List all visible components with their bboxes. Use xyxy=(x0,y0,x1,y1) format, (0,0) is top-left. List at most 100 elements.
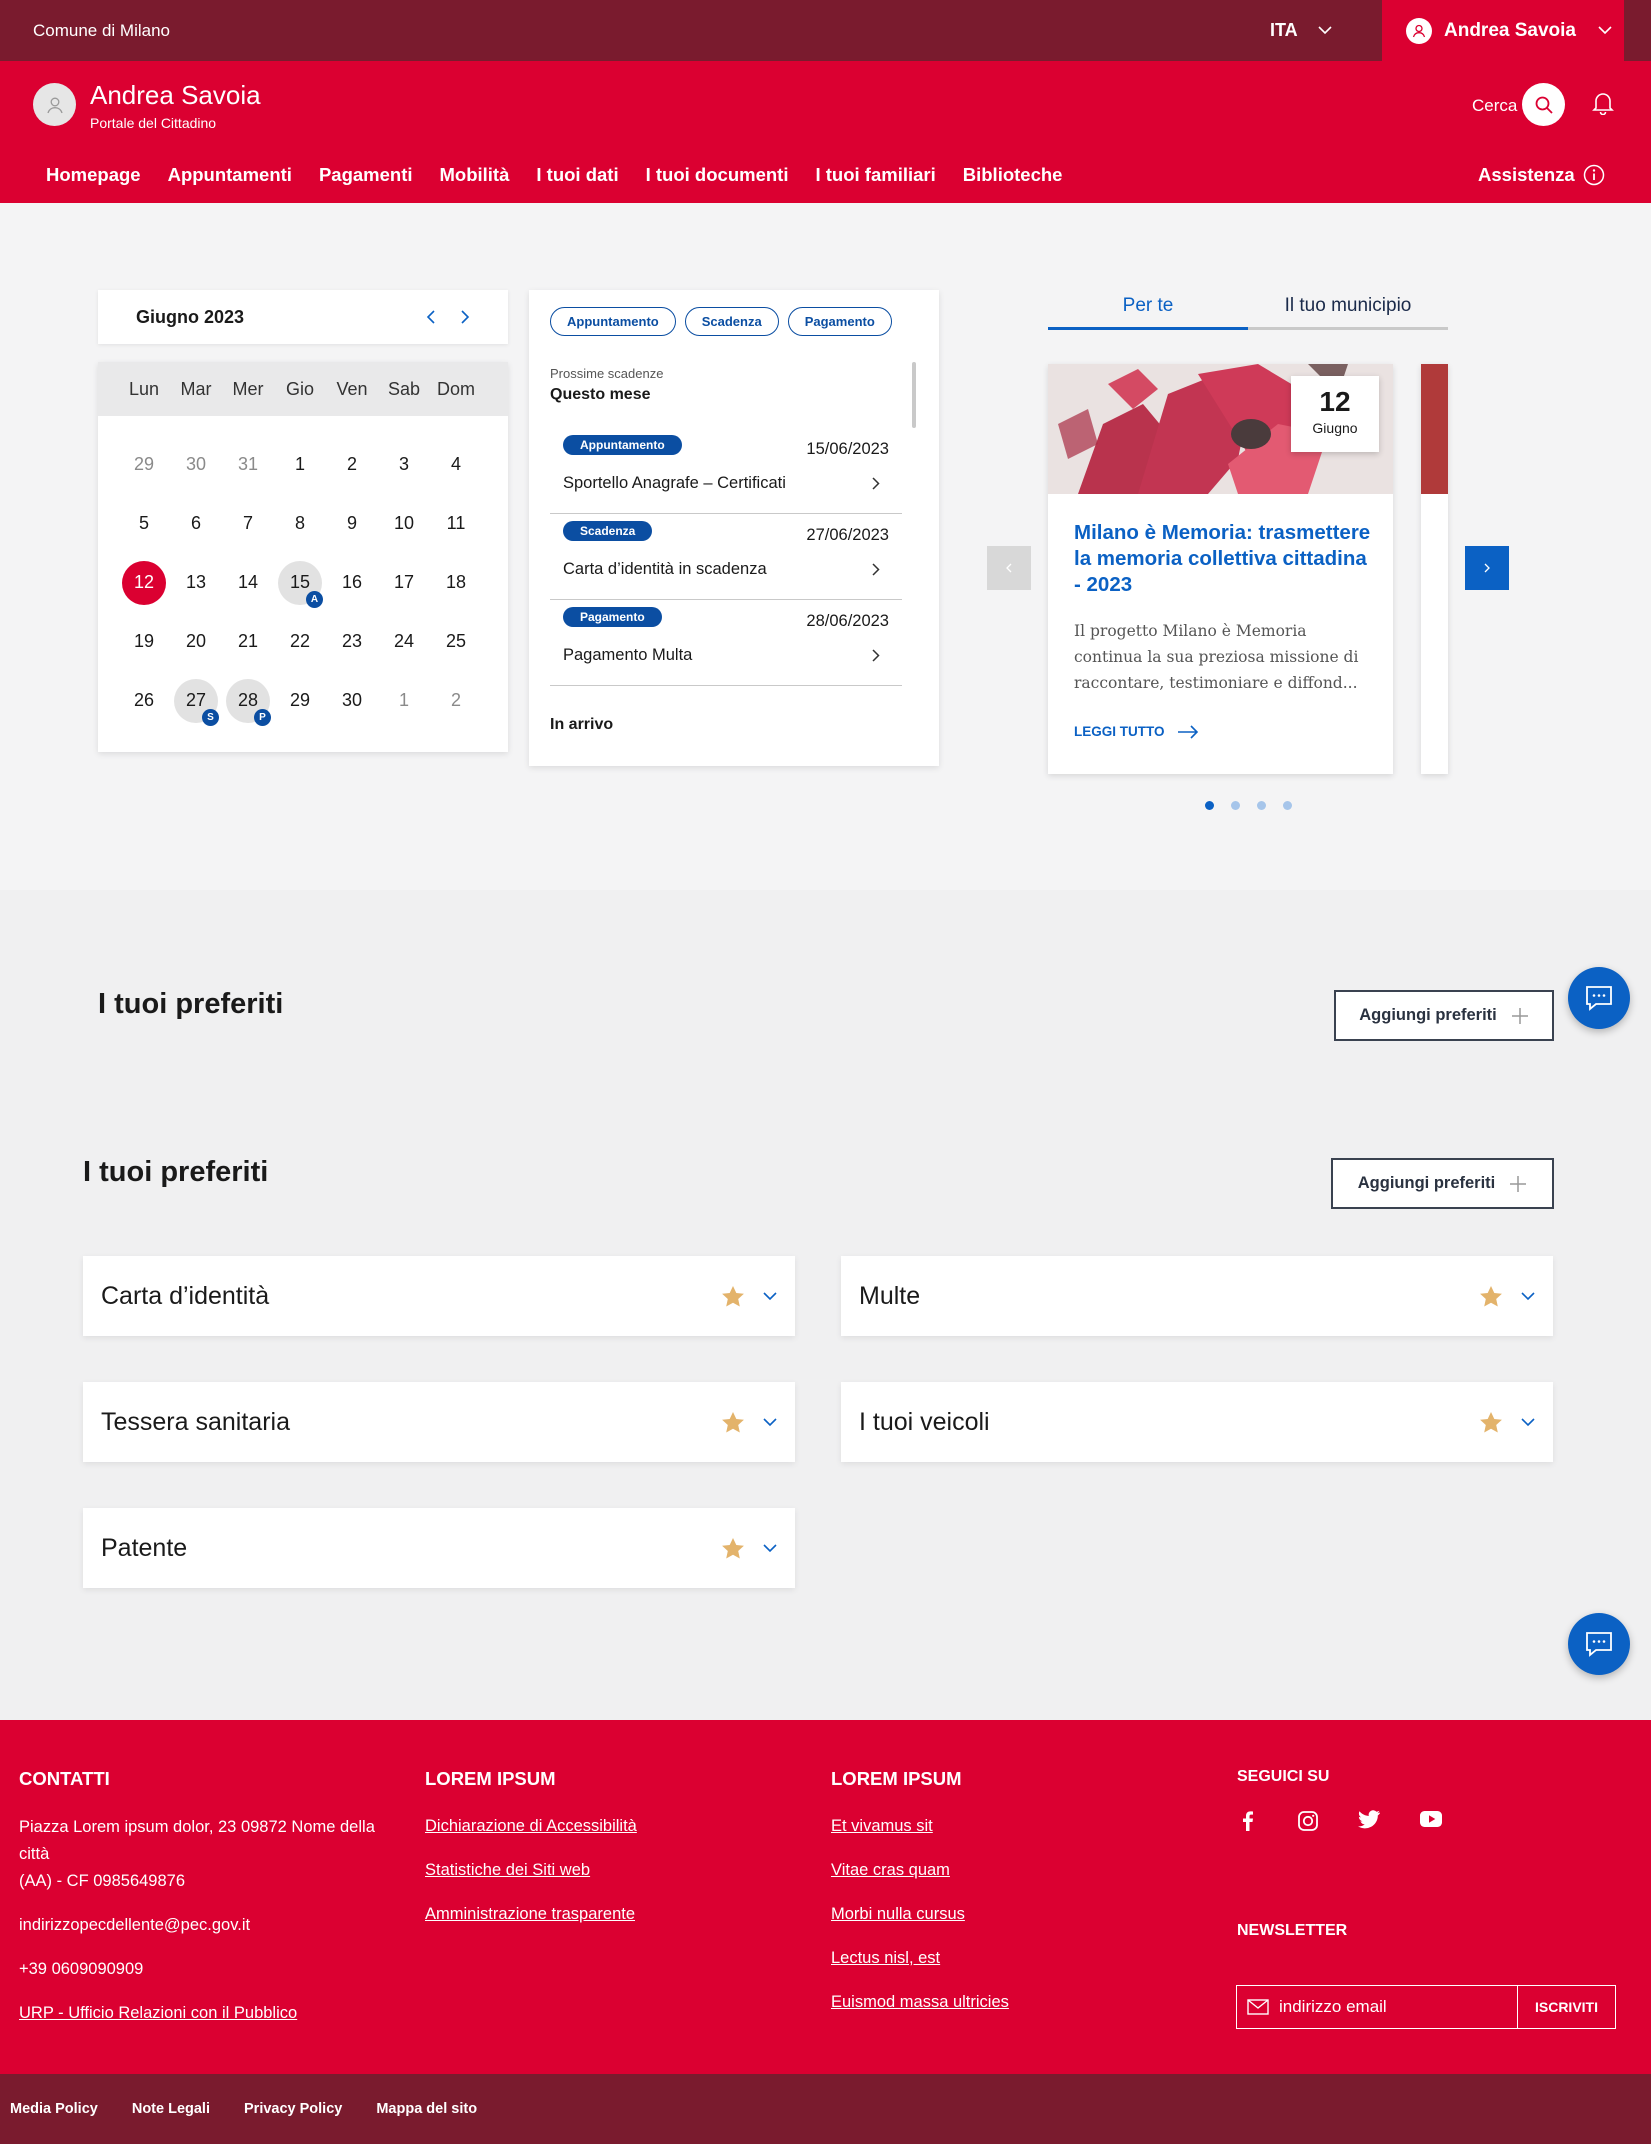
calendar-day[interactable]: 12 xyxy=(118,553,170,612)
news-card[interactable]: 12 Giugno Milano è Memoria: trasmettere … xyxy=(1048,364,1393,774)
bottom-link-sitemap[interactable]: Mappa del sito xyxy=(376,2101,477,2117)
bottom-link-media-policy[interactable]: Media Policy xyxy=(10,2101,98,2117)
tab-per-te[interactable]: Per te xyxy=(1048,290,1248,330)
tab-municipio[interactable]: Il tuo municipio xyxy=(1248,290,1448,330)
calendar-day[interactable]: 21 xyxy=(222,612,274,671)
calendar-day[interactable]: 18 xyxy=(430,553,482,612)
calendar-day[interactable]: 9 xyxy=(326,494,378,553)
footer-link[interactable]: Morbi nulla cursus xyxy=(831,1892,1009,1936)
chevron-down-icon[interactable] xyxy=(763,1291,777,1301)
calendar-day[interactable]: 29 xyxy=(118,435,170,494)
youtube-icon[interactable] xyxy=(1419,1810,1443,1828)
bottom-link-privacy[interactable]: Privacy Policy xyxy=(244,2101,342,2117)
calendar-day[interactable]: 6 xyxy=(170,494,222,553)
assistance-link[interactable]: Assistenza xyxy=(1478,164,1605,186)
carousel-dot[interactable] xyxy=(1257,801,1266,810)
carousel-dot[interactable] xyxy=(1231,801,1240,810)
carousel-dot[interactable] xyxy=(1205,801,1214,810)
newsletter-email-input[interactable]: indirizzo email xyxy=(1237,1986,1518,2028)
chat-button[interactable] xyxy=(1568,967,1630,1029)
search-button[interactable] xyxy=(1522,83,1565,126)
calendar-day[interactable]: 19 xyxy=(118,612,170,671)
nav-tuoi-documenti[interactable]: I tuoi documenti xyxy=(646,164,789,186)
favorite-accordion[interactable]: Multe xyxy=(841,1256,1553,1336)
star-icon[interactable] xyxy=(721,1537,745,1560)
user-menu[interactable]: Andrea Savoia xyxy=(1382,0,1624,61)
calendar-day[interactable]: 15 A xyxy=(274,553,326,612)
carousel-dot[interactable] xyxy=(1283,801,1292,810)
calendar-day[interactable]: 1 xyxy=(378,671,430,730)
calendar-day[interactable]: 17 xyxy=(378,553,430,612)
footer-link[interactable]: Euismod massa ultricies xyxy=(831,1980,1009,2024)
calendar-day[interactable]: 30 xyxy=(326,671,378,730)
calendar-day[interactable]: 20 xyxy=(170,612,222,671)
star-icon[interactable] xyxy=(1479,1411,1503,1434)
nav-tuoi-dati[interactable]: I tuoi dati xyxy=(536,164,618,186)
chevron-left-icon[interactable] xyxy=(426,310,436,324)
chevron-down-icon[interactable] xyxy=(763,1543,777,1553)
chevron-down-icon[interactable] xyxy=(1521,1291,1535,1301)
calendar-day[interactable]: 7 xyxy=(222,494,274,553)
subscribe-button[interactable]: ISCRIVITI xyxy=(1518,1999,1615,2015)
calendar-day[interactable]: 3 xyxy=(378,435,430,494)
nav-homepage[interactable]: Homepage xyxy=(46,164,141,186)
star-icon[interactable] xyxy=(721,1411,745,1434)
bottom-link-note-legali[interactable]: Note Legali xyxy=(132,2101,210,2117)
deadline-item[interactable]: Appuntamento 15/06/2023 Sportello Anagra… xyxy=(550,428,902,514)
carousel-next-button[interactable] xyxy=(1465,546,1509,590)
news-card-peek[interactable] xyxy=(1421,364,1448,774)
chevron-down-icon[interactable] xyxy=(763,1417,777,1427)
deadline-item[interactable]: Scadenza 27/06/2023 Carta d’identità in … xyxy=(550,514,902,600)
calendar-day[interactable]: 30 xyxy=(170,435,222,494)
nav-biblioteche[interactable]: Biblioteche xyxy=(963,164,1063,186)
calendar-day[interactable]: 11 xyxy=(430,494,482,553)
calendar-day[interactable]: 31 xyxy=(222,435,274,494)
chevron-right-icon[interactable] xyxy=(460,310,470,324)
nav-pagamenti[interactable]: Pagamenti xyxy=(319,164,413,186)
calendar-day[interactable]: 1 xyxy=(274,435,326,494)
calendar-day[interactable]: 4 xyxy=(430,435,482,494)
footer-link[interactable]: Lectus nisl, est xyxy=(831,1936,1009,1980)
search-label[interactable]: Cerca xyxy=(1472,96,1517,116)
calendar-day[interactable]: 24 xyxy=(378,612,430,671)
site-title[interactable]: Andrea Savoia xyxy=(90,80,261,111)
news-title[interactable]: Milano è Memoria: trasmettere la memoria… xyxy=(1074,520,1374,598)
chat-button[interactable] xyxy=(1568,1613,1630,1675)
nav-tuoi-familiari[interactable]: I tuoi familiari xyxy=(815,164,935,186)
footer-link[interactable]: Statistiche dei Siti web xyxy=(425,1848,637,1892)
carousel-prev-button[interactable] xyxy=(987,546,1031,590)
filter-chip-scadenza[interactable]: Scadenza xyxy=(684,307,779,336)
star-icon[interactable] xyxy=(1479,1285,1503,1308)
calendar-day[interactable]: 27 S xyxy=(170,671,222,730)
add-favorites-button[interactable]: Aggiungi preferiti xyxy=(1331,1158,1554,1209)
add-favorites-button[interactable]: Aggiungi preferiti xyxy=(1334,990,1554,1041)
deadline-item[interactable]: Pagamento 28/06/2023 Pagamento Multa xyxy=(550,600,902,686)
twitter-icon[interactable] xyxy=(1357,1810,1381,1830)
favorite-accordion[interactable]: I tuoi veicoli xyxy=(841,1382,1553,1462)
notifications-button[interactable] xyxy=(1592,91,1614,115)
instagram-icon[interactable] xyxy=(1297,1810,1319,1832)
calendar-day[interactable]: 23 xyxy=(326,612,378,671)
filter-chip-appuntamento[interactable]: Appuntamento xyxy=(550,307,676,336)
facebook-icon[interactable] xyxy=(1237,1810,1259,1832)
calendar-day[interactable]: 14 xyxy=(222,553,274,612)
star-icon[interactable] xyxy=(721,1285,745,1308)
calendar-day[interactable]: 28 P xyxy=(222,671,274,730)
footer-link[interactable]: Et vivamus sit xyxy=(831,1804,1009,1848)
calendar-day[interactable]: 10 xyxy=(378,494,430,553)
avatar[interactable] xyxy=(33,83,76,126)
calendar-day[interactable]: 26 xyxy=(118,671,170,730)
calendar-day[interactable]: 5 xyxy=(118,494,170,553)
calendar-day[interactable]: 2 xyxy=(326,435,378,494)
language-selector[interactable]: ITA xyxy=(1270,0,1332,61)
chevron-down-icon[interactable] xyxy=(1521,1417,1535,1427)
footer-link[interactable]: Dichiarazione di Accessibilità xyxy=(425,1804,637,1848)
favorite-accordion[interactable]: Patente xyxy=(83,1508,795,1588)
footer-urp-link[interactable]: URP - Ufficio Relazioni con il Pubblico xyxy=(19,2000,399,2027)
read-more-link[interactable]: LEGGI TUTTO xyxy=(1074,724,1199,739)
calendar-day[interactable]: 16 xyxy=(326,553,378,612)
nav-appuntamenti[interactable]: Appuntamenti xyxy=(168,164,292,186)
nav-mobilita[interactable]: Mobilità xyxy=(440,164,510,186)
calendar-day[interactable]: 25 xyxy=(430,612,482,671)
calendar-day[interactable]: 29 xyxy=(274,671,326,730)
